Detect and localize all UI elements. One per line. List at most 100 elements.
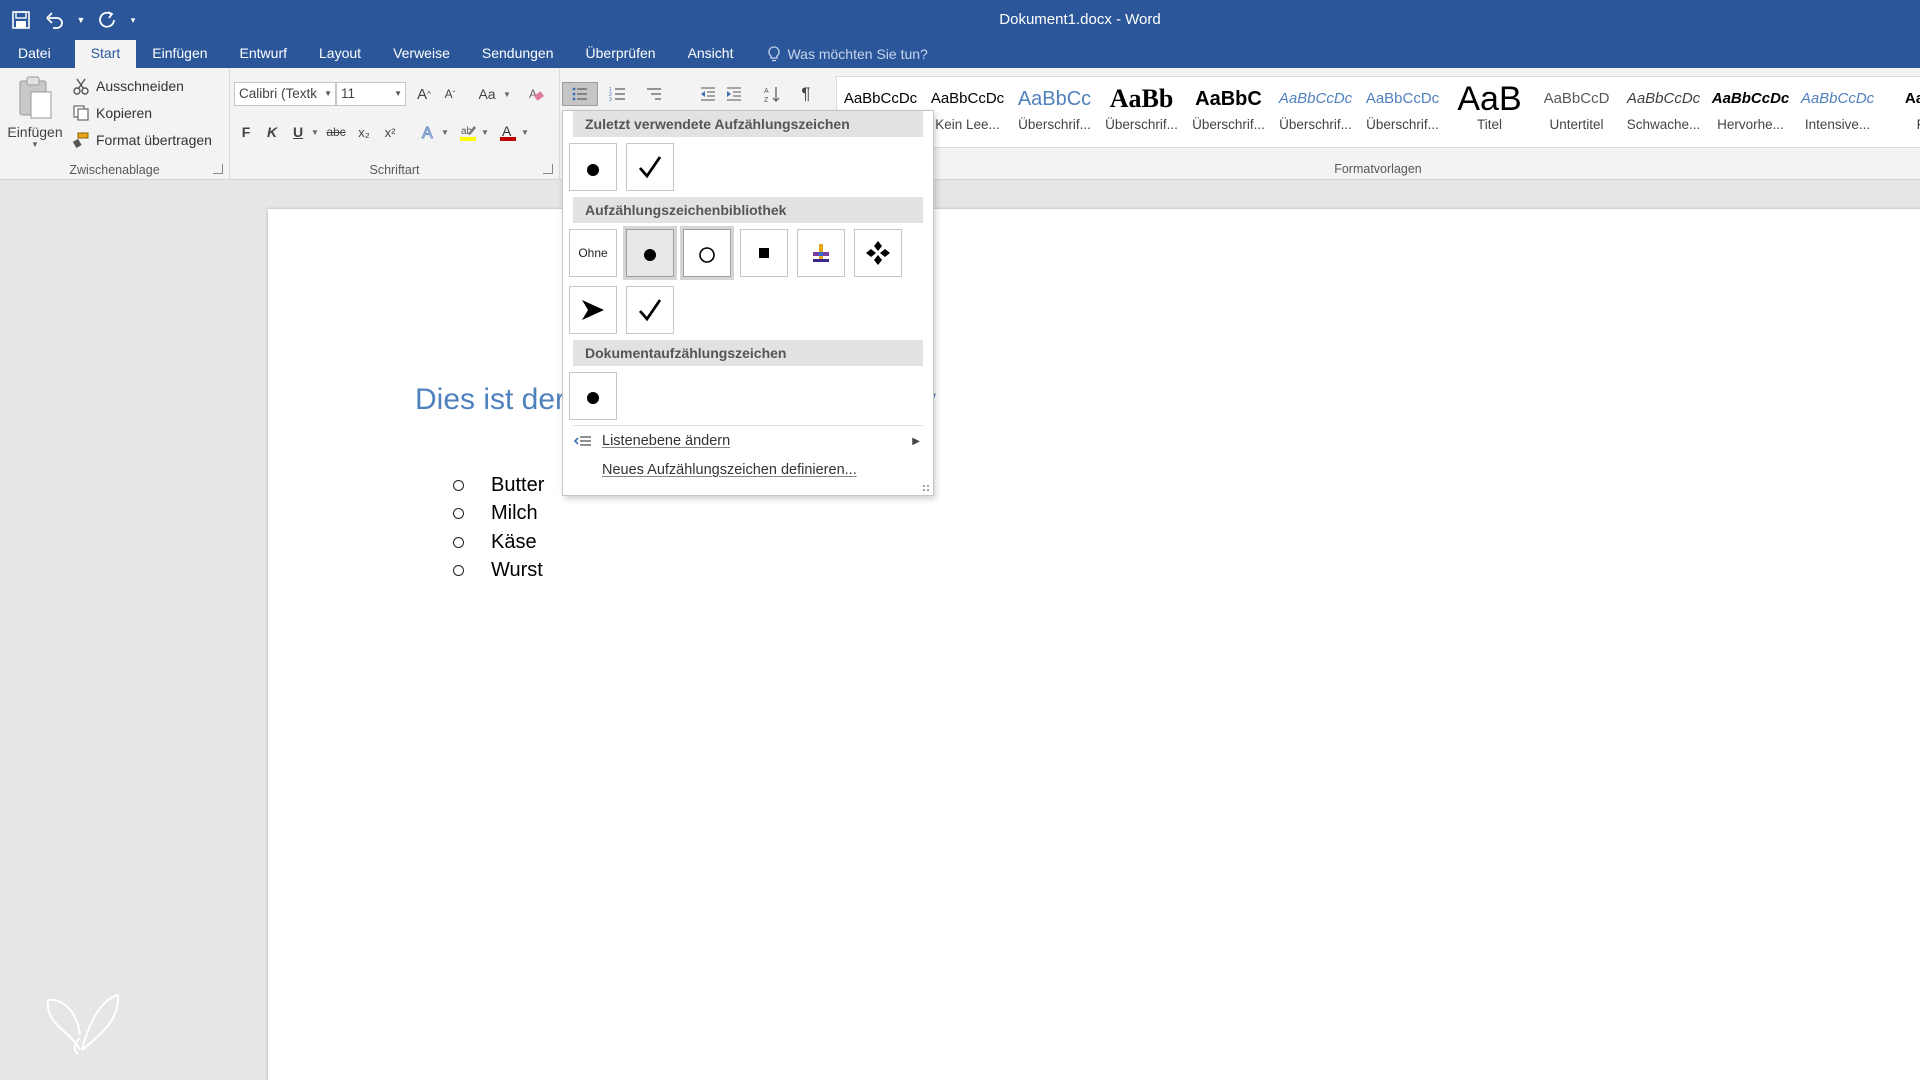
library-bullet-hollow-circle[interactable] xyxy=(680,226,734,280)
style-item[interactable]: AaBbCcDc Überschrif... xyxy=(1359,77,1446,147)
list-item[interactable]: Wurst xyxy=(453,557,544,586)
shrink-font-button[interactable]: Aˇ xyxy=(438,82,462,106)
subscript-button[interactable]: x₂ xyxy=(352,120,376,144)
pilcrow-icon: ¶ xyxy=(801,84,811,103)
tab-layout[interactable]: Layout xyxy=(303,40,377,68)
style-name: Kein Lee... xyxy=(935,117,1000,132)
style-item[interactable]: AaBbCcDc Kein Lee... xyxy=(924,77,1011,147)
tab-start[interactable]: Start xyxy=(74,40,137,68)
style-item[interactable]: AaBbCcDc Hervorhe... xyxy=(1707,77,1794,147)
style-item[interactable]: AaB Titel xyxy=(1446,77,1533,147)
list-item-text: Wurst xyxy=(491,559,543,582)
library-bullet-solid-circle[interactable] xyxy=(623,226,677,280)
document-workspace: Dies ist dery Butter Milch Käse Wurst xyxy=(0,181,1920,1080)
style-item[interactable]: AaBbC Überschrif... xyxy=(1185,77,1272,147)
tab-sendungen[interactable]: Sendungen xyxy=(466,40,570,68)
font-family-select[interactable]: Calibri (Textk ▼ xyxy=(234,82,336,106)
cut-button[interactable]: Ausschneiden xyxy=(72,74,184,98)
style-item[interactable]: AaBb Fe xyxy=(1881,77,1920,147)
clear-formatting-button[interactable]: A xyxy=(524,82,548,106)
ribbon: Einfügen ▼ Ausschneiden Kopieren Format … xyxy=(0,68,1920,180)
hollow-bullet-icon xyxy=(453,479,491,491)
increase-indent-button[interactable] xyxy=(722,82,746,106)
tab-entwurf[interactable]: Entwurf xyxy=(224,40,303,68)
text-effects-dropdown-icon[interactable]: ▼ xyxy=(440,120,450,144)
library-bullet-diamonds[interactable] xyxy=(854,229,902,277)
paste-button[interactable]: Einfügen ▼ xyxy=(6,72,64,156)
change-case-button[interactable]: Aa xyxy=(472,82,502,106)
underline-label: U xyxy=(292,124,304,140)
font-size-select[interactable]: 11 ▼ xyxy=(336,82,406,106)
tell-me-box[interactable]: Was möchten Sie tun? xyxy=(749,40,928,68)
styles-group-label: Formatvorlagen xyxy=(1334,162,1422,176)
tab-ueberpruefen[interactable]: Überprüfen xyxy=(570,40,672,68)
lightbulb-icon xyxy=(768,46,781,62)
heading-text-start: Dies ist der xyxy=(415,383,566,416)
superscript-button[interactable]: x² xyxy=(378,120,402,144)
list-item[interactable]: Käse xyxy=(453,528,544,557)
text-effects-button[interactable]: A xyxy=(416,120,440,144)
style-preview: AaBbCcDc xyxy=(930,90,1005,107)
resize-grip-icon[interactable] xyxy=(922,484,930,492)
recent-bullet-checkmark[interactable] xyxy=(626,143,674,191)
style-item[interactable]: AaBbCcDc Überschrif... xyxy=(1272,77,1359,147)
bullets-button[interactable] xyxy=(562,82,598,106)
style-item[interactable]: AaBbCcD Untertitel xyxy=(1533,77,1620,147)
sort-button[interactable]: AZ xyxy=(760,82,784,106)
list-item[interactable]: Butter xyxy=(453,471,544,500)
highlight-button[interactable]: ab xyxy=(456,120,480,144)
font-color-button[interactable]: A xyxy=(496,120,520,144)
hollow-bullet-icon xyxy=(453,536,491,548)
format-painter-button[interactable]: Format übertragen xyxy=(72,128,212,152)
library-bullet-checkmark[interactable] xyxy=(626,286,674,334)
bold-button[interactable]: F xyxy=(234,120,258,144)
style-item[interactable]: AaBb Überschrif... xyxy=(1098,77,1185,147)
highlight-dropdown-icon[interactable]: ▼ xyxy=(480,120,490,144)
tab-datei[interactable]: Datei xyxy=(0,40,69,68)
arrowhead-bullet-icon xyxy=(582,300,604,320)
list-item[interactable]: Milch xyxy=(453,500,544,529)
hollow-bullet-icon xyxy=(453,565,491,577)
clipboard-dialog-launcher-icon[interactable] xyxy=(213,164,223,174)
library-bullet-cross[interactable] xyxy=(797,229,845,277)
library-bullet-arrow[interactable] xyxy=(569,286,617,334)
document-page[interactable]: Dies ist dery Butter Milch Käse Wurst xyxy=(268,209,1920,1080)
underline-dropdown-icon[interactable]: ▼ xyxy=(310,120,320,144)
style-preview: AaB xyxy=(1457,80,1522,117)
tab-verweise[interactable]: Verweise xyxy=(377,40,466,68)
grow-font-button[interactable]: A ^ xyxy=(412,82,436,106)
shrink-font-icon: A xyxy=(444,87,453,101)
change-list-level-item[interactable]: Listenebene ändern ▶ xyxy=(564,427,932,455)
change-case-dropdown-icon[interactable]: ▼ xyxy=(502,82,512,106)
tab-einfuegen[interactable]: Einfügen xyxy=(136,40,223,68)
numbering-button[interactable]: 123 xyxy=(602,82,634,106)
svg-text:3: 3 xyxy=(609,97,612,103)
strikethrough-button[interactable]: abc xyxy=(324,120,348,144)
bullet-none[interactable]: Ohne xyxy=(569,229,617,277)
library-bullet-square[interactable] xyxy=(740,229,788,277)
document-bullet-solid-circle[interactable] xyxy=(569,372,617,420)
define-new-bullet-item[interactable]: Neues Aufzählungszeichen definieren... xyxy=(564,456,932,484)
tab-ansicht[interactable]: Ansicht xyxy=(672,40,750,68)
multilevel-list-button[interactable] xyxy=(638,82,670,106)
recent-bullet-solid-circle[interactable] xyxy=(569,143,617,191)
style-item[interactable]: AaBbCcDc Intensive... xyxy=(1794,77,1881,147)
clipboard-icon xyxy=(19,76,52,119)
solid-circle-bullet-icon xyxy=(587,392,599,404)
style-item[interactable]: AaBbCcDc Schwache... xyxy=(1620,77,1707,147)
font-color-dropdown-icon[interactable]: ▼ xyxy=(520,120,530,144)
style-name: Überschrif... xyxy=(1105,117,1178,132)
font-dialog-launcher-icon[interactable] xyxy=(543,164,553,174)
sort-icon: AZ xyxy=(764,87,780,103)
superscript-label: x² xyxy=(384,124,396,140)
show-formatting-button[interactable]: ¶ xyxy=(794,82,818,106)
copy-button[interactable]: Kopieren xyxy=(72,101,152,125)
decrease-indent-button[interactable] xyxy=(696,82,720,106)
font-size-dropdown-icon: ▼ xyxy=(394,89,402,98)
style-item[interactable]: AaBbCc Überschrif... xyxy=(1011,77,1098,147)
underline-button[interactable]: U xyxy=(286,120,310,144)
style-preview: AaBbCcDc xyxy=(1711,90,1790,107)
bullet-none-label: Ohne xyxy=(578,246,608,260)
italic-button[interactable]: K xyxy=(260,120,284,144)
submenu-arrow-icon: ▶ xyxy=(912,435,920,447)
